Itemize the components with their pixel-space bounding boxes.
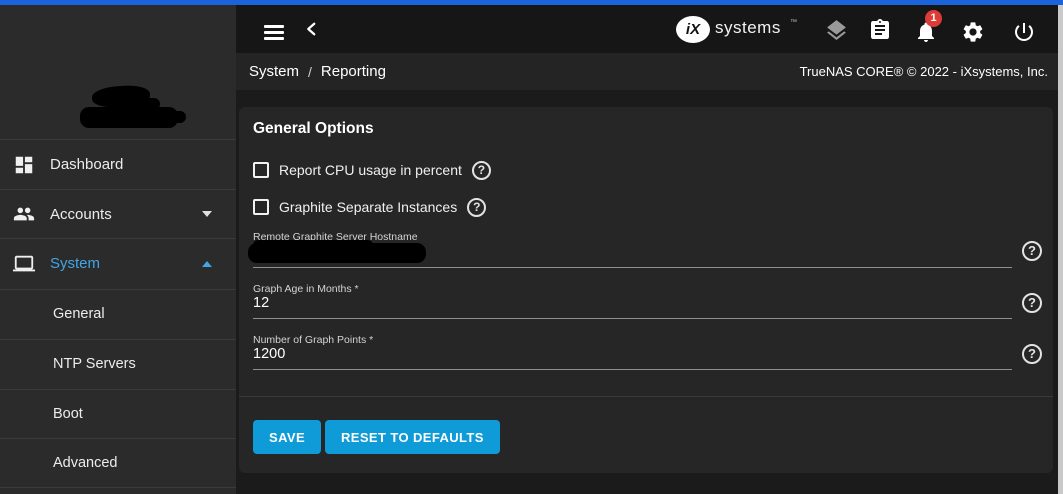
- sidebar-subitem-label: General: [53, 290, 105, 339]
- dashboard-icon: [13, 154, 35, 176]
- field-label: Number of Graph Points *: [253, 334, 373, 346]
- power-icon[interactable]: [1012, 20, 1036, 44]
- redacted-host-info: [80, 107, 178, 128]
- truenas-app-window: Dashboard Accounts System General NTP Se…: [0, 0, 1063, 494]
- sidebar-subitem-label: Boot: [53, 390, 83, 439]
- hamburger-menu-icon[interactable]: [264, 22, 288, 46]
- sidebar-subitem-label: NTP Servers: [53, 340, 136, 389]
- general-options-card: General Options Report CPU usage in perc…: [239, 107, 1053, 473]
- redacted-hostname-value: [253, 240, 373, 250]
- sidebar-item-label: Dashboard: [50, 140, 123, 190]
- sidebar-item-system[interactable]: System: [0, 239, 236, 289]
- reset-to-defaults-button[interactable]: RESET TO DEFAULTS: [325, 420, 500, 454]
- checkbox-label: Report CPU usage in percent: [279, 162, 462, 178]
- breadcrumb-separator: /: [308, 64, 312, 80]
- sidebar-subitem-advanced[interactable]: Advanced: [0, 439, 236, 488]
- graph-age-input[interactable]: 12: [253, 295, 998, 311]
- sidebar-item-dashboard[interactable]: Dashboard: [0, 140, 236, 190]
- report-cpu-usage-checkbox[interactable]: [253, 162, 269, 178]
- input-underline: [253, 318, 1012, 319]
- divider: [239, 396, 1053, 397]
- people-icon: [13, 203, 35, 225]
- help-icon[interactable]: ?: [1022, 241, 1042, 261]
- sidebar-subitem-label: Advanced: [53, 439, 118, 488]
- sidebar-subitem-general[interactable]: General: [0, 290, 236, 339]
- checkbox-label: Graphite Separate Instances: [279, 199, 457, 215]
- sidebar: Dashboard Accounts System General NTP Se…: [0, 5, 236, 494]
- sidebar-subitem-ntp-servers[interactable]: NTP Servers: [0, 340, 236, 389]
- field-label: Graph Age in Months *: [253, 283, 359, 295]
- page-title: General Options: [253, 120, 374, 138]
- trademark-symbol: ™: [790, 19, 797, 26]
- input-underline: [253, 369, 1012, 370]
- sidebar-subitem-boot[interactable]: Boot: [0, 390, 236, 439]
- ixsystems-logo[interactable]: iX systems ™: [676, 15, 806, 45]
- divider: [0, 487, 236, 488]
- ix-logo-mark: iX: [676, 16, 710, 43]
- settings-gear-icon[interactable]: [961, 20, 985, 44]
- checkbox-row-cpu-percent: Report CPU usage in percent ?: [253, 161, 491, 179]
- tasks-clipboard-icon[interactable]: [868, 18, 892, 42]
- breadcrumb-system-link[interactable]: System: [249, 63, 299, 80]
- copyright-text: TrueNAS CORE® © 2022 - iXsystems, Inc.: [800, 64, 1048, 79]
- help-icon[interactable]: ?: [1022, 344, 1042, 364]
- input-underline: [253, 267, 1012, 268]
- help-icon[interactable]: ?: [472, 161, 491, 180]
- laptop-icon: [13, 253, 35, 275]
- back-chevron-icon[interactable]: [303, 20, 327, 44]
- help-icon[interactable]: ?: [467, 198, 486, 217]
- notification-count-badge: 1: [925, 10, 942, 27]
- topbar: iX systems ™ 1: [236, 5, 1058, 53]
- help-icon[interactable]: ?: [1022, 293, 1042, 313]
- save-button[interactable]: SAVE: [253, 420, 321, 454]
- truecommand-cube-icon[interactable]: [824, 18, 848, 42]
- breadcrumb-current-page: Reporting: [321, 63, 386, 80]
- chevron-up-icon: [202, 261, 212, 267]
- checkbox-row-graphite-separate: Graphite Separate Instances ?: [253, 198, 486, 216]
- window-scrollbar[interactable]: [1058, 5, 1063, 494]
- main-content: General Options Report CPU usage in perc…: [236, 90, 1058, 494]
- graph-points-input[interactable]: 1200: [253, 346, 998, 362]
- ix-logo-text: systems: [715, 18, 781, 38]
- graphite-separate-instances-checkbox[interactable]: [253, 199, 269, 215]
- chevron-down-icon: [202, 211, 212, 217]
- sidebar-item-label: System: [50, 239, 100, 289]
- sidebar-item-accounts[interactable]: Accounts: [0, 190, 236, 238]
- sidebar-item-label: Accounts: [50, 190, 112, 240]
- redacted-host-info: [170, 111, 186, 123]
- breadcrumb: System / Reporting TrueNAS CORE® © 2022 …: [236, 53, 1058, 90]
